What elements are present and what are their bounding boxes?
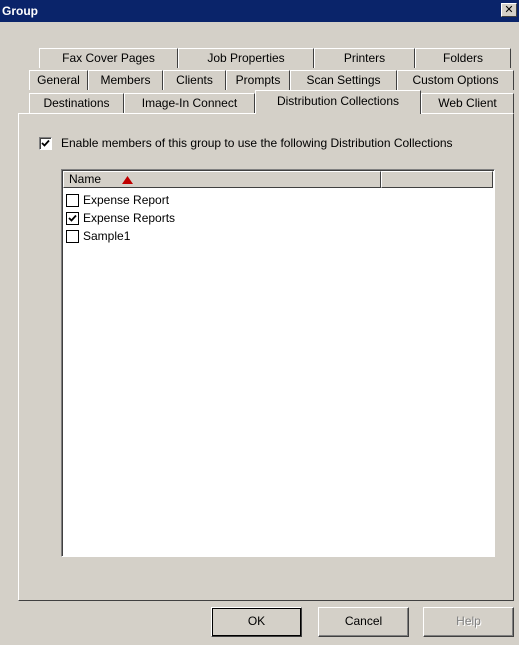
tab-destinations[interactable]: Destinations: [29, 93, 124, 113]
item-checkbox[interactable]: [66, 212, 79, 225]
help-button[interactable]: Help: [423, 607, 514, 637]
checkmark-icon: [68, 214, 77, 222]
sort-ascending-icon: [122, 176, 133, 184]
tab-fax-cover-pages[interactable]: Fax Cover Pages: [39, 48, 178, 68]
cancel-button[interactable]: Cancel: [318, 607, 409, 637]
close-icon: ✕: [504, 4, 514, 16]
close-button[interactable]: ✕: [501, 3, 517, 17]
tab-printers[interactable]: Printers: [314, 48, 415, 68]
group-dialog: Group ✕ Fax Cover Pages Job Properties P…: [0, 0, 519, 645]
tab-distribution-collections[interactable]: Distribution Collections: [255, 90, 421, 114]
enable-checkbox-label: Enable members of this group to use the …: [61, 136, 453, 150]
collections-list[interactable]: Name Expense Report Expense Reports Samp…: [61, 169, 495, 557]
distribution-collections-panel: Enable members of this group to use the …: [18, 113, 514, 601]
tab-clients[interactable]: Clients: [163, 70, 226, 90]
checkmark-icon: [41, 139, 50, 147]
tab-folders[interactable]: Folders: [415, 48, 511, 68]
tab-job-properties[interactable]: Job Properties: [178, 48, 314, 68]
item-label: Expense Report: [83, 193, 170, 207]
item-label: Sample1: [83, 229, 131, 243]
tab-members[interactable]: Members: [88, 70, 163, 90]
tab-prompts[interactable]: Prompts: [226, 70, 290, 90]
title-bar[interactable]: Group ✕: [0, 0, 519, 22]
column-header-blank[interactable]: [381, 171, 493, 188]
tab-scan-settings[interactable]: Scan Settings: [290, 70, 397, 90]
item-checkbox[interactable]: [66, 194, 79, 207]
window-title: Group: [2, 4, 38, 18]
list-header: Name: [63, 171, 493, 188]
ok-button[interactable]: OK: [211, 607, 302, 637]
item-checkbox[interactable]: [66, 230, 79, 243]
tab-web-client[interactable]: Web Client: [421, 93, 514, 113]
enable-checkbox-box[interactable]: [39, 137, 52, 150]
column-header-name[interactable]: Name: [63, 171, 381, 188]
tab-general[interactable]: General: [29, 70, 88, 90]
tab-image-in-connect[interactable]: Image-In Connect: [124, 93, 255, 113]
tab-custom-options[interactable]: Custom Options: [397, 70, 514, 90]
item-label: Expense Reports: [83, 211, 176, 225]
